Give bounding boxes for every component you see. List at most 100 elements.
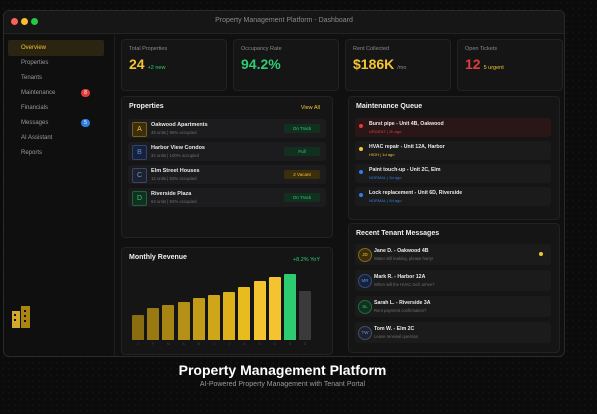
revenue-bars: JFMAMJJASOND: [122, 248, 332, 354]
properties-title: Properties: [129, 103, 164, 110]
priority-dot-icon: [359, 170, 363, 174]
avatar: TW: [358, 326, 372, 340]
avatar: MR: [358, 274, 372, 288]
maintenance-ticket[interactable]: Burst pipe - Unit 4B, Oakwood URGENT | 2h…: [355, 118, 551, 137]
sidebar-item-label: Messages: [21, 120, 49, 126]
sidebar-item-reports[interactable]: Reports: [8, 145, 104, 161]
maintenance-ticket[interactable]: HVAC repair - Unit 12A, Harbor HIGH | 1d …: [355, 141, 551, 160]
x-tick-label: O: [273, 342, 277, 346]
message-sender: Sarah L. - Riverside 3A: [374, 300, 431, 306]
ticket-title: Paint touch-up - Unit 2C, Elm: [369, 167, 441, 173]
ticket-title: Burst pipe - Unit 4B, Oakwood: [369, 121, 444, 127]
footer-title: Property Management Platform: [178, 362, 387, 378]
property-meta: 48 units | 96% occupied: [151, 130, 197, 135]
tenant-messages-panel: Recent Tenant Messages JD Jane D. - Oakwo…: [348, 223, 560, 353]
app-window: Property Management Platform - Dashboard…: [3, 10, 565, 357]
window-title: Property Management Platform - Dashboard: [215, 17, 353, 24]
property-row[interactable]: D Riverside Plaza 64 units | 92% occupied O…: [128, 188, 326, 207]
message-preview: Water still leaking, please hurry!: [374, 256, 434, 261]
priority-dot-icon: [359, 193, 363, 197]
properties-panel: Properties View All A Oakwood Apartments 4…: [121, 96, 333, 238]
property-meta: 64 units | 92% occupied: [151, 199, 197, 204]
stat-number: 24: [129, 56, 145, 72]
status-badge: Full: [284, 147, 320, 156]
status-badge: On Track: [284, 124, 320, 133]
x-tick-label: F: [152, 342, 155, 346]
message-preview: Lease renewal question: [374, 334, 419, 339]
avatar: SL: [358, 300, 372, 314]
maintenance-panel: Maintenance Queue Burst pipe - Unit 4B, …: [348, 96, 560, 220]
property-name: Elm Street Houses: [151, 168, 200, 174]
property-name: Harbor View Condos: [151, 145, 205, 151]
revenue-bar: [268, 277, 281, 340]
sidebar-item-label: Maintenance: [21, 90, 56, 96]
message-item[interactable]: JD Jane D. - Oakwood 4B Water still leakin…: [355, 244, 551, 265]
property-name: Riverside Plaza: [151, 191, 192, 197]
stat-value: 12 5 urgent: [465, 56, 504, 72]
count-badge: 8: [81, 89, 90, 97]
property-letter-icon: C: [132, 168, 147, 183]
message-item[interactable]: TW Tom W. - Elm 2C Lease renewal question: [355, 322, 551, 343]
stat-card: Open Tickets 12 5 urgent: [457, 39, 563, 91]
revenue-bar: [223, 291, 236, 340]
stat-label: Open Tickets: [465, 46, 498, 52]
sidebar-item-ai-assistant[interactable]: AI Assistant: [8, 130, 104, 146]
stat-sub: /mo: [397, 65, 407, 71]
property-row[interactable]: C Elm Street Houses 12 units | 83% occupie…: [128, 165, 326, 184]
message-item[interactable]: MR Mark R. - Harbor 12A When will the HVAC…: [355, 270, 551, 291]
title-bar: Property Management Platform - Dashboard: [4, 11, 564, 34]
sidebar-item-label: Tenants: [21, 75, 43, 81]
sidebar-item-overview[interactable]: Overview: [8, 40, 104, 56]
maintenance-ticket[interactable]: Paint touch-up - Unit 2C, Elm NORMAL | 3d…: [355, 164, 551, 183]
view-all-link[interactable]: View All: [301, 105, 320, 111]
property-letter-icon: A: [132, 122, 147, 137]
message-preview: Rent payment confirmation?: [374, 308, 427, 313]
message-sender: Mark R. - Harbor 12A: [374, 274, 426, 280]
property-name: Oakwood Apartments: [151, 122, 208, 128]
status-badge: 2 Vacant: [284, 170, 320, 179]
message-item[interactable]: SL Sarah L. - Riverside 3A Rent payment co…: [355, 296, 551, 317]
sidebar-item-messages[interactable]: Messages 5: [8, 115, 104, 131]
sidebar-item-label: Reports: [21, 150, 43, 156]
stat-sub: +2 new: [147, 65, 166, 71]
x-tick-label: M: [197, 342, 201, 346]
sidebar-item-financials[interactable]: Financials: [8, 100, 104, 116]
sidebar-item-maintenance[interactable]: Maintenance 8: [8, 85, 104, 101]
messages-title: Recent Tenant Messages: [356, 230, 440, 237]
stat-number: $186K: [353, 56, 395, 72]
unread-dot-icon: [539, 252, 543, 256]
footer-subtitle: AI-Powered Property Management with Tena…: [199, 381, 366, 388]
revenue-bar: [192, 298, 205, 340]
sidebar-item-label: AI Assistant: [21, 135, 53, 141]
property-row[interactable]: B Harbor View Condos 32 units | 100% occup…: [128, 142, 326, 161]
property-row[interactable]: A Oakwood Apartments 48 units | 96% occupi…: [128, 119, 326, 138]
maintenance-ticket[interactable]: Lock replacement - Unit 6D, Riverside NOR…: [355, 187, 551, 206]
revenue-bar: [284, 274, 296, 340]
ticket-priority: NORMAL | 5d ago: [369, 198, 402, 203]
message-sender: Tom W. - Elm 2C: [374, 326, 415, 332]
revenue-bar: [253, 280, 266, 340]
stat-value: $186K/mo: [353, 56, 406, 72]
stat-number: 94.2%: [241, 56, 281, 72]
stat-value: 94.2%: [241, 56, 284, 72]
sidebar-item-label: Properties: [21, 60, 49, 66]
ticket-title: HVAC repair - Unit 12A, Harbor: [369, 144, 445, 150]
priority-dot-icon: [359, 124, 363, 128]
revenue-bar: [208, 295, 220, 340]
avatar: JD: [358, 248, 372, 262]
property-meta: 32 units | 100% occupied: [151, 153, 199, 158]
revenue-chart-panel: Monthly Revenue +8.2% YoY JFMAMJJASOND: [121, 247, 333, 355]
revenue-bar: [147, 308, 160, 340]
revenue-bar: [299, 290, 312, 340]
property-letter-icon: B: [132, 145, 147, 160]
sidebar-item-properties[interactable]: Properties: [8, 55, 104, 71]
stat-label: Occupancy Rate: [241, 46, 282, 52]
x-tick-label: J: [228, 342, 231, 346]
status-badge: On Track: [284, 193, 320, 202]
sidebar-item-tenants[interactable]: Tenants: [8, 70, 104, 86]
stat-card: Occupancy Rate 94.2%: [233, 39, 339, 91]
x-tick-label: J: [213, 342, 215, 346]
x-tick-label: A: [243, 342, 246, 346]
stat-label: Rent Collected: [353, 46, 390, 52]
maintenance-title: Maintenance Queue: [356, 103, 423, 110]
